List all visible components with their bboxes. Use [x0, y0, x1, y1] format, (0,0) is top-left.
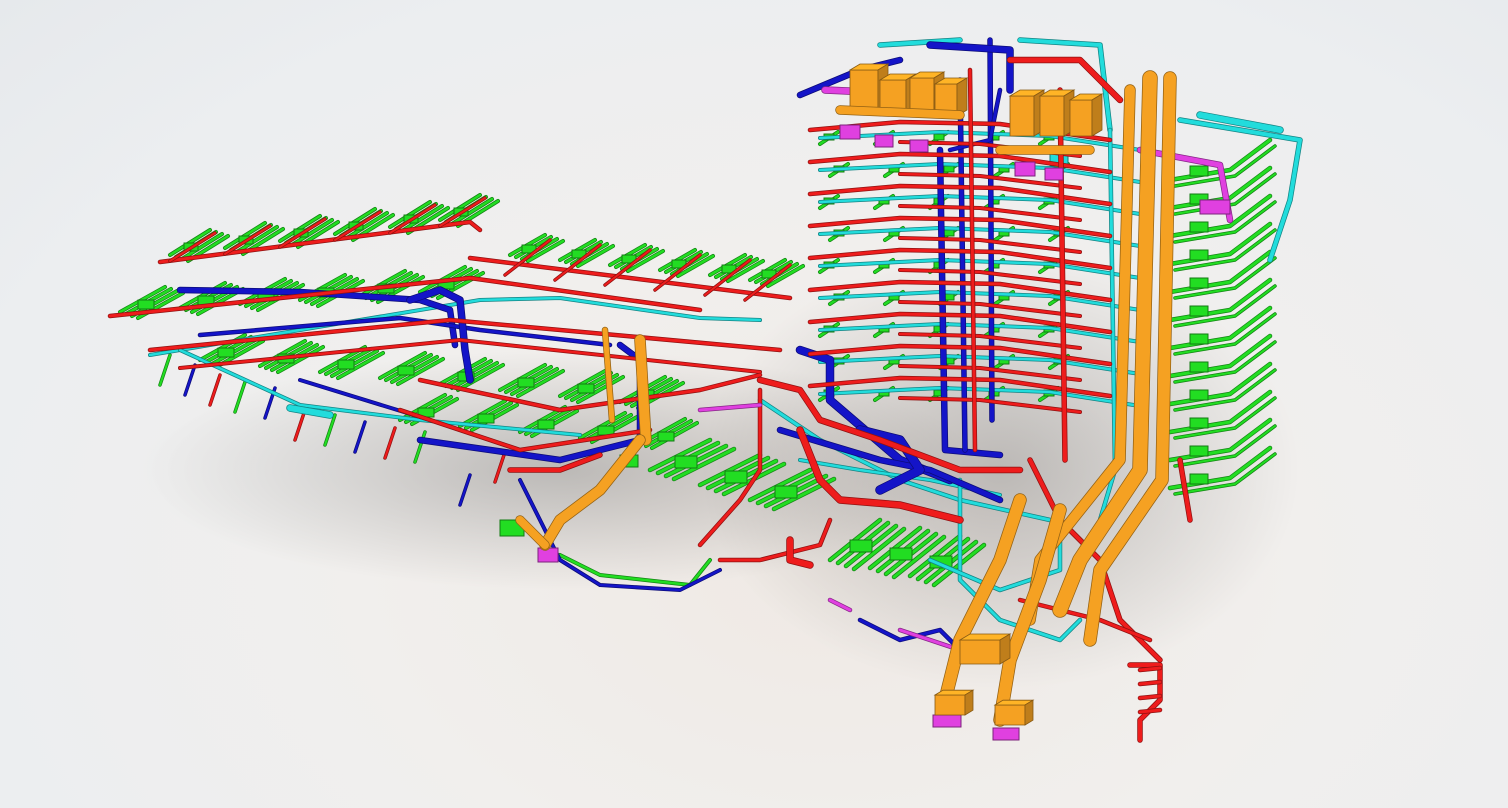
roof-fitting: [839, 124, 861, 140]
fan-coil-unit: [337, 359, 355, 370]
fan-coil-unit: [933, 133, 945, 141]
vent-unit: [1189, 333, 1209, 345]
vent-unit: [1189, 389, 1209, 401]
vent-unit: [1189, 417, 1209, 429]
drain-cleanout: [992, 727, 1020, 741]
roof-unit: [1069, 99, 1093, 137]
drain-base: [964, 689, 974, 716]
fan-coil-unit: [517, 377, 535, 388]
supply-ladder-rung: [1138, 666, 1162, 672]
vent-unit: [1189, 249, 1209, 261]
roof-unit: [1009, 95, 1035, 137]
roof-unit: [1039, 95, 1065, 137]
roof-fitting: [909, 139, 929, 153]
vent-unit: [1189, 277, 1209, 289]
roof-drain: [836, 106, 964, 119]
fan-coil-unit: [477, 413, 495, 424]
3d-viewport[interactable]: [0, 0, 1508, 808]
roof-fitting: [874, 134, 894, 148]
drain-block: [959, 639, 1001, 665]
drop-pipe: [159, 354, 171, 386]
fan-coil-unit: [943, 229, 955, 237]
supply-ladder: [1128, 663, 1162, 742]
fan-coil-unit: [397, 365, 415, 376]
roof-unit: [1091, 93, 1103, 137]
vent-unit: [1189, 305, 1209, 317]
drop-pipe: [184, 364, 196, 396]
fan-coil-unit: [774, 485, 798, 499]
vent-unit: [1189, 445, 1209, 457]
mep-pipe-model: [107, 37, 1303, 743]
drain-base: [994, 704, 1026, 726]
roof-fitting: [1014, 161, 1036, 177]
roof-unit: [849, 69, 879, 111]
manifold: [1199, 199, 1231, 215]
vent-unit: [1189, 165, 1209, 177]
roof-fitting: [1044, 167, 1064, 181]
fan-coil-unit: [217, 347, 235, 358]
fan-coil-unit: [849, 539, 873, 553]
vent-unit: [1189, 473, 1209, 485]
supply-ladder-rung: [1138, 708, 1162, 714]
vent-unit: [1189, 221, 1209, 233]
fan-coil-unit: [943, 165, 955, 173]
return-riser: [988, 38, 994, 422]
fan-coil-unit: [889, 547, 913, 561]
fan-coil-unit: [724, 470, 748, 484]
drain-stack: [635, 335, 651, 445]
cleanout-fitting: [537, 547, 559, 563]
supply-ladder-rung: [1138, 680, 1162, 686]
drain-base: [934, 694, 966, 716]
fan-coil-unit: [137, 299, 155, 310]
drain-base: [1024, 699, 1034, 726]
fan-coil-unit: [657, 431, 675, 442]
drain-cleanout: [932, 714, 962, 728]
vent-unit: [1189, 361, 1209, 373]
fan-coil-unit: [537, 419, 555, 430]
supply-ladder-rung: [1138, 694, 1162, 700]
fan-coil-unit: [674, 455, 698, 469]
fan-coil-unit: [577, 383, 595, 394]
